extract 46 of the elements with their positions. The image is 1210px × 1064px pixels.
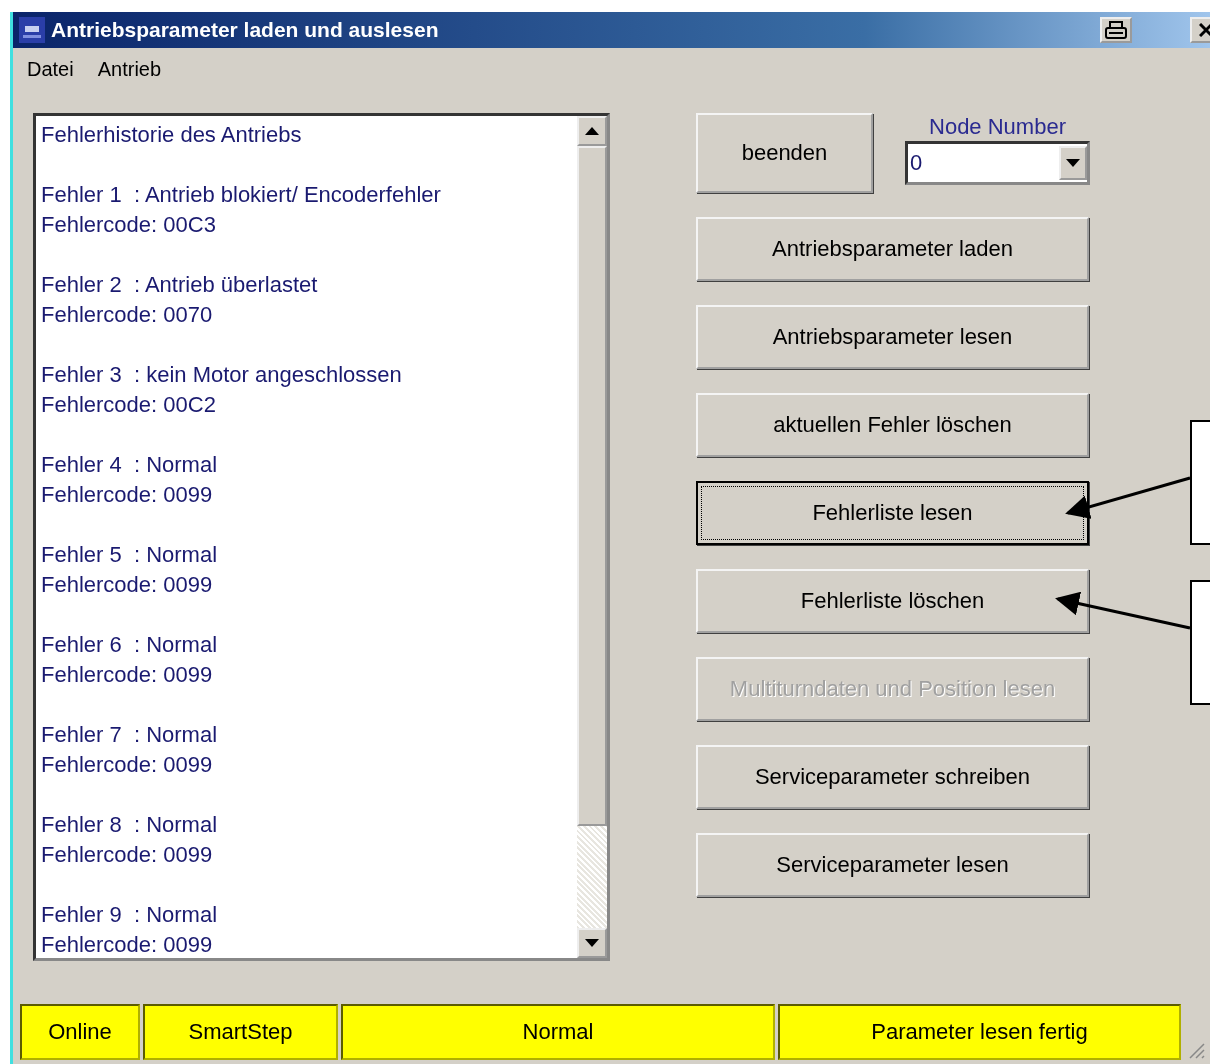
error-entry: Fehler 7 : Normal (41, 721, 219, 749)
up-arrow-icon (585, 127, 599, 135)
error-code: Fehlercode: 0099 (41, 931, 214, 959)
action-button[interactable]: Serviceparameter lesen (696, 833, 1089, 897)
error-entry: Fehler 5 : Normal (41, 541, 219, 569)
dropdown-arrow-icon (1066, 159, 1080, 167)
menu-item[interactable]: Antrieb (97, 57, 162, 81)
error-code: Fehlercode: 0099 (41, 661, 214, 689)
error-code: Fehlercode: 0099 (41, 751, 214, 779)
error-entry: Fehler 6 : Normal (41, 631, 219, 659)
error-code: Fehlercode: 0099 (41, 481, 214, 509)
error-code: Fehlercode: 0099 (41, 841, 214, 869)
window-title: Antriebsparameter laden und auslesen (51, 18, 439, 42)
scroll-up-button[interactable] (577, 116, 607, 146)
action-button[interactable]: Antriebsparameter laden (696, 217, 1089, 281)
down-arrow-icon (585, 939, 599, 947)
list-heading: Fehlerhistorie des Antriebs (41, 121, 303, 149)
status-cell: SmartStep (143, 1004, 338, 1060)
error-code: Fehlercode: 0070 (41, 301, 214, 329)
scroll-down-button[interactable] (577, 928, 607, 958)
error-entry: Fehler 8 : Normal (41, 811, 219, 839)
error-entry: Fehler 2 : Antrieb überlastet (41, 271, 319, 299)
menu-item[interactable]: Datei (27, 57, 74, 81)
error-entry: Fehler 9 : Normal (41, 901, 219, 929)
status-cell: Parameter lesen fertig (778, 1004, 1181, 1060)
error-entry: Fehler 1 : Antrieb blokiert/ Encoderfehler (41, 181, 442, 209)
error-code: Fehlercode: 00C3 (41, 211, 217, 239)
quit-button[interactable]: beenden (696, 113, 873, 193)
error-code: Fehlercode: 0099 (41, 571, 214, 599)
print-button[interactable] (1100, 17, 1132, 43)
close-icon (1199, 23, 1210, 37)
error-entry: Fehler 3 : kein Motor angeschlossen (41, 361, 403, 389)
action-button[interactable]: Fehlerliste löschen (696, 569, 1089, 633)
app-icon (19, 17, 45, 43)
printer-icon (1105, 21, 1127, 39)
scroll-thumb[interactable] (577, 146, 607, 826)
action-button[interactable]: Fehlerliste lesen (696, 481, 1089, 545)
status-cell: Online (20, 1004, 140, 1060)
node-number-label: Node Number (929, 113, 1066, 141)
action-button[interactable]: Serviceparameter schreiben (696, 745, 1089, 809)
status-cell: Normal (341, 1004, 775, 1060)
error-code: Fehlercode: 00C2 (41, 391, 217, 419)
error-entry: Fehler 4 : Normal (41, 451, 219, 479)
node-number-dropdown[interactable]: 0 (905, 141, 1090, 185)
action-button[interactable]: aktuellen Fehler löschen (696, 393, 1089, 457)
action-button[interactable]: Antriebsparameter lesen (696, 305, 1089, 369)
